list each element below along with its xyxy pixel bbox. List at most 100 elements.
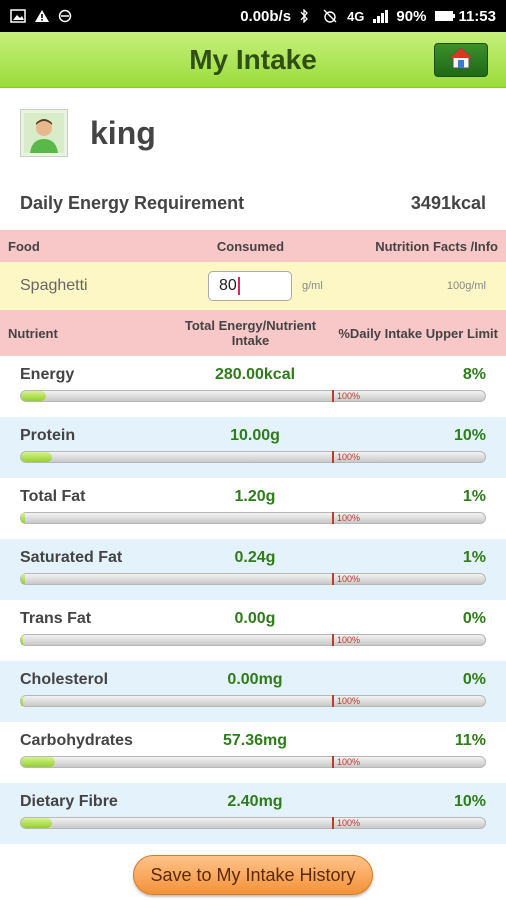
nutrient-row-saturated-fat: Saturated Fat 0.24g 1% 100% (0, 539, 506, 600)
limit-label: 100% (337, 696, 361, 706)
nutrient-amount: 0.24g (234, 549, 276, 566)
progress-bar: 100% (20, 817, 486, 829)
limit-label: 100% (337, 574, 361, 584)
battery-level: 90% (396, 7, 427, 25)
requirement-label: Daily Energy Requirement (20, 192, 245, 213)
daily-limit-column-header: %Daily Intake Upper Limit (338, 325, 498, 341)
nutrient-name: Carbohydrates (20, 732, 133, 749)
nutrient-name: Saturated Fat (20, 549, 123, 566)
food-row: Spaghetti 80 g/ml 100g/ml (0, 262, 506, 310)
limit-label: 100% (337, 635, 361, 645)
battery-icon (434, 9, 456, 23)
consumed-amount-input[interactable]: 80 (208, 271, 292, 301)
nutrient-amount: 1.20g (234, 488, 276, 505)
progress-fill (21, 452, 52, 462)
nutrient-name: Total Fat (20, 488, 86, 505)
nutrient-amount: 0.00g (234, 610, 276, 627)
nutrient-percent: 11% (454, 732, 486, 749)
blocked-icon (58, 9, 74, 23)
nutrient-row-trans-fat: Trans Fat 0.00g 0% 100% (0, 600, 506, 661)
status-bar: 0.00b/s 4G 90% 11:53 (0, 0, 506, 32)
food-table-header: Food Consumed Nutrition Facts /Info (0, 230, 506, 262)
nutrient-percent: 0% (462, 610, 486, 627)
text-cursor (237, 277, 240, 295)
nutrient-name: Protein (20, 427, 76, 444)
nutrient-percent: 10% (453, 427, 486, 444)
limit-marker (332, 695, 334, 707)
nutrient-row-protein: Protein 10.00g 10% 100% (0, 417, 506, 478)
progress-bar: 100% (20, 390, 486, 402)
progress-bar: 100% (20, 512, 486, 524)
progress-fill (21, 574, 25, 584)
nutrient-name: Trans Fat (20, 610, 92, 627)
avatar[interactable] (20, 109, 68, 157)
nutrient-percent: 10% (453, 793, 486, 810)
progress-bar: 100% (20, 634, 486, 646)
nutrient-amount: 57.36mg (222, 732, 288, 749)
limit-label: 100% (337, 513, 361, 523)
nutrient-name: Energy (20, 366, 75, 383)
nutrient-row-dietary-fibre: Dietary Fibre 2.40mg 10% 100% (0, 783, 506, 844)
limit-marker (332, 451, 334, 463)
limit-label: 100% (337, 818, 361, 828)
progress-fill (21, 635, 23, 645)
bluetooth-icon (299, 8, 315, 24)
food-column-header: Food (8, 238, 40, 254)
nutrient-table-header: Nutrient Total Energy/Nutrient Intake %D… (0, 310, 506, 356)
progress-bar: 100% (20, 451, 486, 463)
nutrient-name: Dietary Fibre (20, 793, 118, 810)
network-type: 4G (347, 8, 365, 24)
requirement-value: 3491kcal (410, 192, 486, 213)
nutrient-percent: 1% (462, 549, 486, 566)
warning-icon (34, 9, 50, 23)
alarm-off-icon (323, 9, 339, 23)
limit-marker (332, 817, 334, 829)
username: king (90, 114, 156, 151)
nutrient-percent: 1% (462, 488, 486, 505)
limit-label: 100% (337, 391, 361, 401)
save-to-history-button[interactable]: Save to My Intake History (133, 855, 373, 895)
nutrient-column-header: Nutrient (8, 325, 58, 341)
progress-bar: 100% (20, 695, 486, 707)
home-icon (448, 46, 474, 75)
image-notification-icon (10, 9, 26, 23)
nutrient-row-total-fat: Total Fat 1.20g 1% 100% (0, 478, 506, 539)
info-column-header: Nutrition Facts /Info (375, 238, 498, 254)
limit-label: 100% (337, 757, 361, 767)
nutrient-name: Cholesterol (20, 671, 109, 688)
nutrient-amount: 10.00g (230, 427, 280, 444)
daily-requirement: Daily Energy Requirement 3491kcal (0, 178, 506, 228)
app-header: My Intake (0, 32, 506, 88)
limit-marker (332, 756, 334, 768)
food-name: Spaghetti (20, 277, 88, 294)
network-speed: 0.00b/s (240, 7, 292, 25)
nutrient-amount: 2.40mg (227, 793, 283, 810)
progress-bar: 100% (20, 756, 486, 768)
home-button[interactable] (434, 43, 488, 77)
progress-fill (21, 757, 56, 767)
clock: 11:53 (458, 7, 496, 25)
total-column-header: Total Energy/Nutrient Intake (184, 318, 317, 348)
nutrition-facts-basis[interactable]: 100g/ml (447, 280, 486, 292)
progress-fill (21, 391, 46, 401)
limit-marker (332, 573, 334, 585)
progress-fill (21, 696, 23, 706)
page-title: My Intake (189, 43, 317, 75)
limit-marker (332, 634, 334, 646)
nutrient-row-energy: Energy 280.00kcal 8% 100% (0, 356, 506, 417)
nutrient-percent: 8% (462, 366, 486, 383)
nutrient-list: Energy 280.00kcal 8% 100% Protein 10.00g… (0, 356, 506, 844)
limit-marker (332, 512, 334, 524)
signal-icon (372, 9, 389, 23)
progress-bar: 100% (20, 573, 486, 585)
progress-fill (21, 513, 25, 523)
nutrient-percent: 0% (462, 671, 486, 688)
nutrient-amount: 0.00mg (227, 671, 283, 688)
footer: Save to My Intake History (0, 844, 506, 900)
consumed-column-header: Consumed (216, 238, 285, 254)
progress-fill (21, 818, 52, 828)
consumed-amount-value: 80 (219, 277, 237, 294)
limit-label: 100% (337, 452, 361, 462)
nutrient-row-cholesterol: Cholesterol 0.00mg 0% 100% (0, 661, 506, 722)
user-profile: king (0, 88, 506, 178)
